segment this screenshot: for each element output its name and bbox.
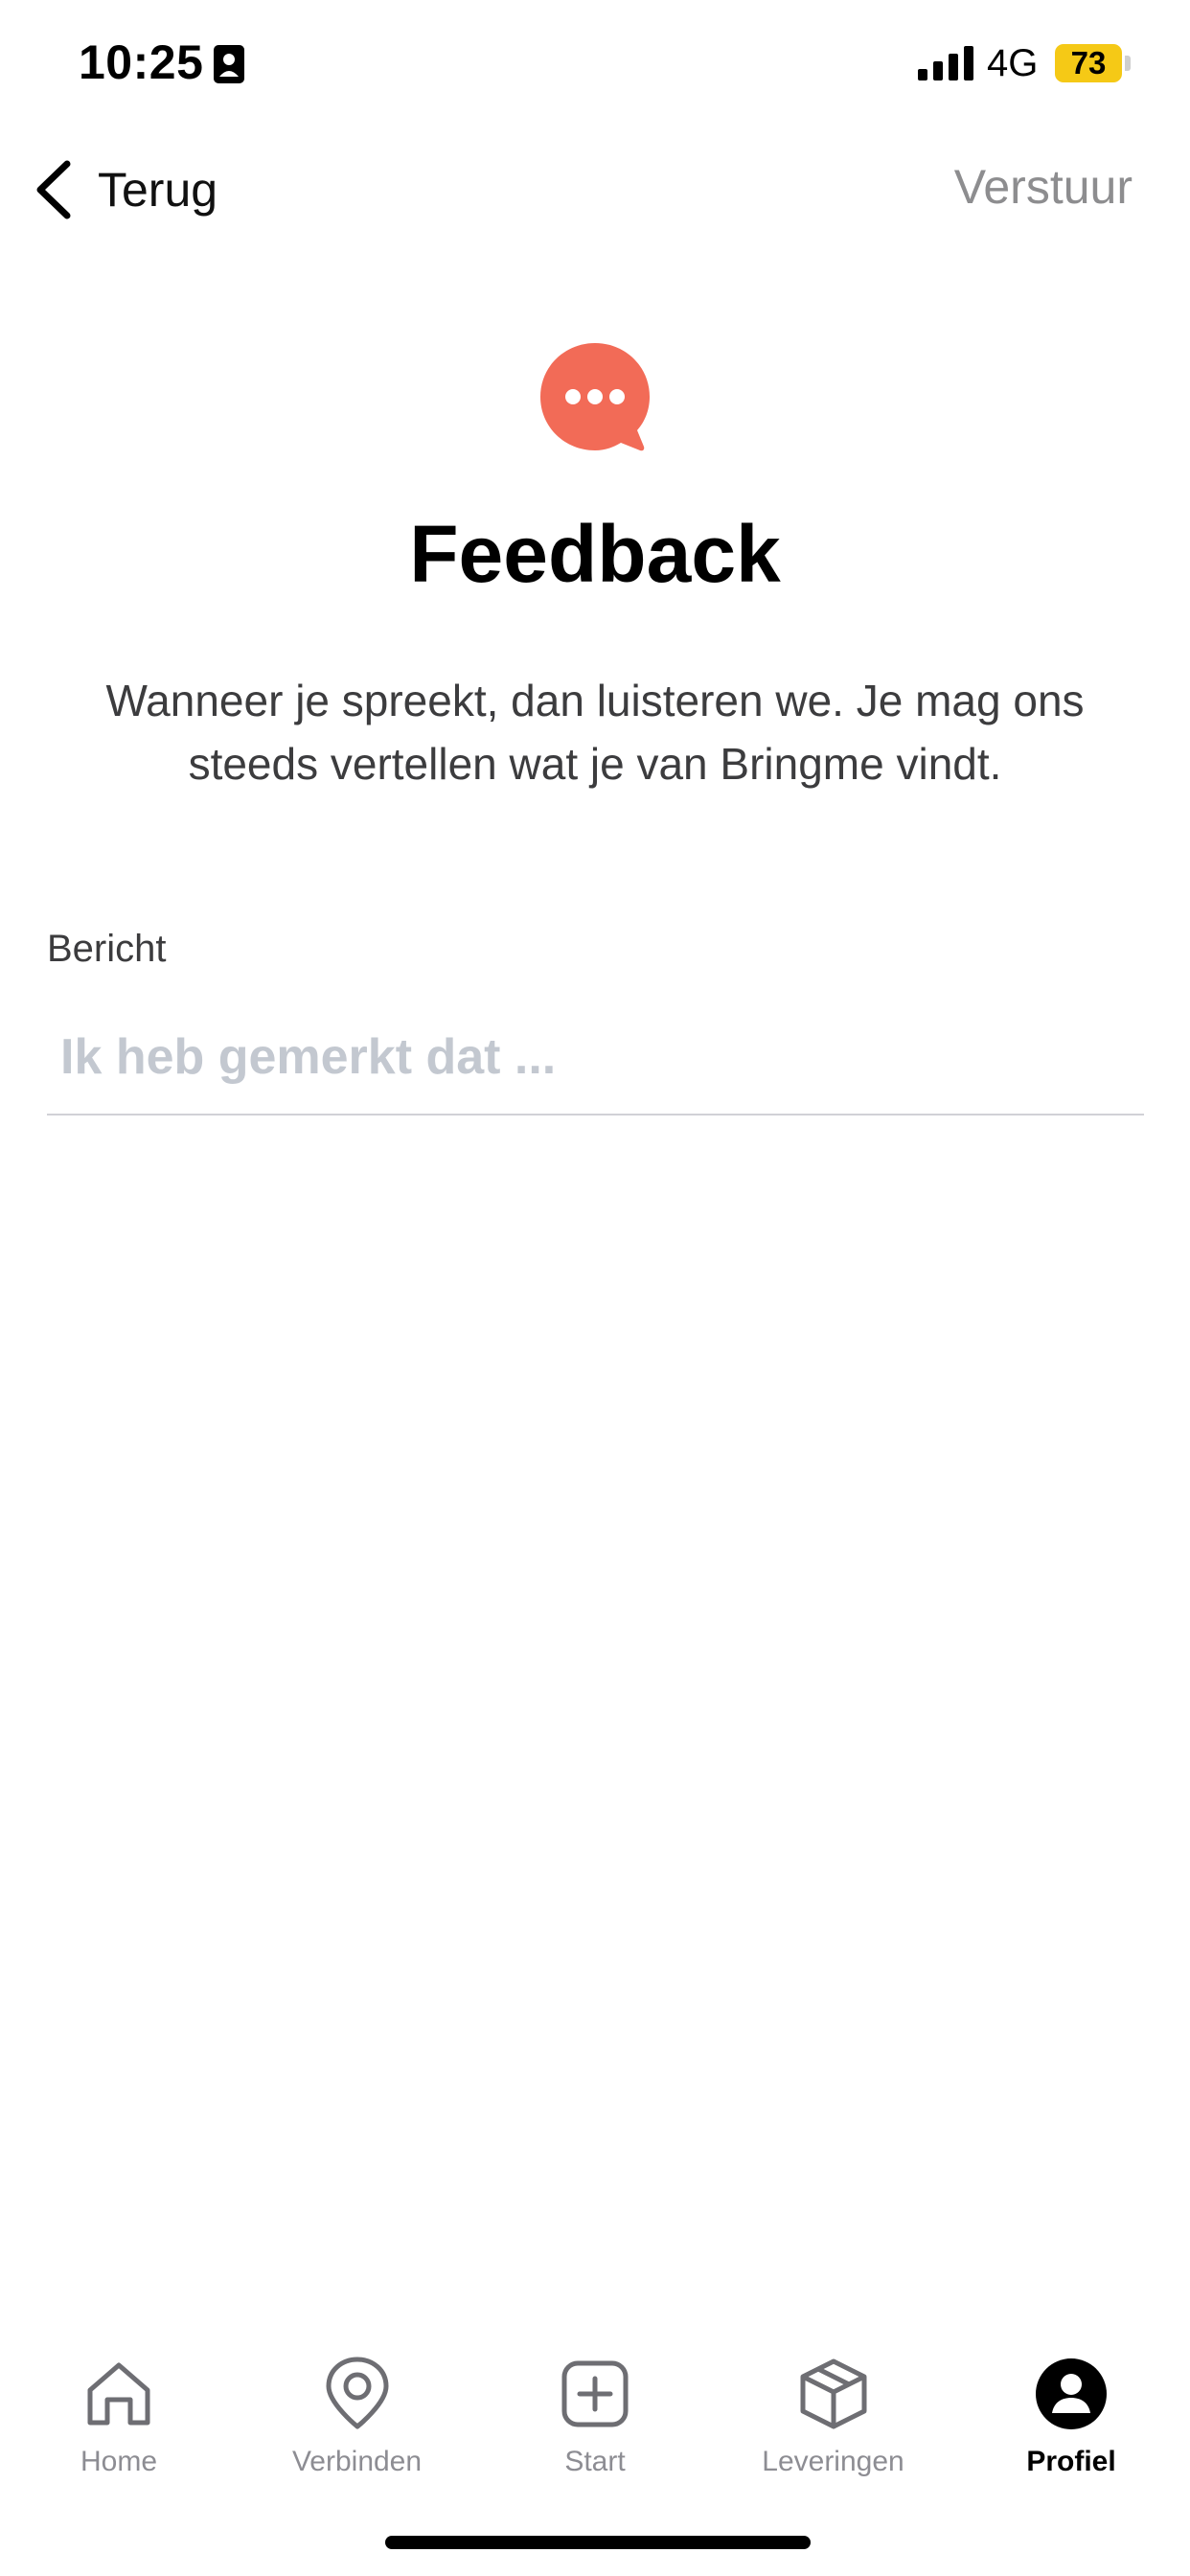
contact-card-icon	[214, 45, 244, 83]
page-title: Feedback	[409, 509, 781, 599]
status-bar: 10:25 4G 73	[0, 0, 1190, 134]
battery-icon: 73	[1055, 44, 1122, 82]
tab-label-leveringen: Leveringen	[762, 2446, 904, 2477]
tab-label-verbinden: Verbinden	[291, 2446, 423, 2477]
profile-icon	[1036, 2358, 1107, 2429]
tab-leveringen[interactable]: Leveringen	[715, 2338, 952, 2482]
back-label: Terug	[98, 163, 218, 217]
tab-verbinden[interactable]: Verbinden	[239, 2338, 476, 2482]
tab-home[interactable]: Home	[0, 2338, 238, 2482]
chevron-left-icon	[36, 160, 71, 219]
send-button[interactable]: Verstuur	[954, 159, 1133, 215]
status-time: 10:25	[79, 35, 204, 89]
home-icon	[87, 2362, 150, 2426]
battery-tip	[1125, 56, 1131, 71]
message-input[interactable]	[47, 1000, 1144, 1116]
message-label: Bericht	[47, 928, 167, 970]
page-subtitle: Wanneer je spreekt, dan luisteren we. Je…	[105, 676, 1085, 789]
home-indicator[interactable]	[385, 2536, 811, 2549]
plus-square-icon	[561, 2360, 629, 2427]
chat-bubble-icon	[540, 343, 650, 451]
package-icon	[800, 2358, 866, 2429]
tab-label-start: Start	[564, 2446, 626, 2477]
network-type: 4G	[987, 42, 1039, 84]
signal-strength-icon	[918, 46, 973, 80]
tab-bar: Home Verbinden Start Leveringen Profiel	[0, 2338, 1190, 2482]
battery-level: 73	[1070, 45, 1107, 80]
tab-label-profiel: Profiel	[1026, 2446, 1116, 2477]
back-button[interactable]: Terug	[34, 153, 217, 226]
tab-profiel[interactable]: Profiel	[952, 2338, 1190, 2482]
location-pin-icon	[326, 2357, 388, 2429]
tab-label-home: Home	[80, 2446, 158, 2477]
tab-start[interactable]: Start	[476, 2338, 714, 2482]
